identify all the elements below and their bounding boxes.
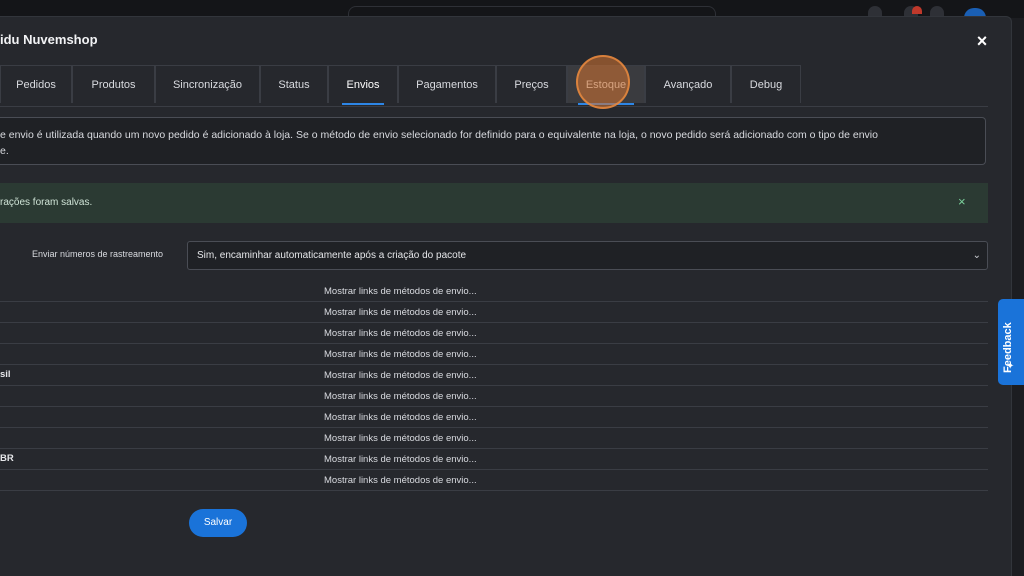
- row-label: BR: [0, 453, 14, 464]
- save-button[interactable]: Salvar: [189, 509, 247, 537]
- info-line-1: e envio é utilizada quando um novo pedid…: [0, 129, 878, 141]
- show-links-link[interactable]: Mostrar links de métodos de envio...: [324, 475, 477, 486]
- feedback-label: Feedback: [1002, 322, 1014, 373]
- list-item: Mostrar links de métodos de envio...: [0, 470, 988, 491]
- show-links-link[interactable]: Mostrar links de métodos de envio...: [324, 349, 477, 360]
- shipping-methods-list: Mostrar links de métodos de envio... Mos…: [0, 281, 988, 491]
- show-links-link[interactable]: Mostrar links de métodos de envio...: [324, 286, 477, 297]
- show-links-link[interactable]: Mostrar links de métodos de envio...: [324, 328, 477, 339]
- tab-estoque[interactable]: Estoque: [567, 65, 645, 105]
- modal-title: idu Nuvemshop: [0, 32, 98, 47]
- list-item: sil Mostrar links de métodos de envio...: [0, 365, 988, 386]
- list-item: BR Mostrar links de métodos de envio...: [0, 449, 988, 470]
- tracking-label: Enviar números de rastreamento: [32, 249, 164, 259]
- info-box: e envio é utilizada quando um novo pedid…: [0, 117, 986, 165]
- list-item: Mostrar links de métodos de envio...: [0, 281, 988, 302]
- tab-envios[interactable]: Envios: [328, 65, 398, 105]
- show-links-link[interactable]: Mostrar links de métodos de envio...: [324, 370, 477, 381]
- tab-status[interactable]: Status: [260, 65, 328, 103]
- tracking-select-value: Sim, encaminhar automaticamente após a c…: [197, 250, 467, 261]
- tab-precos[interactable]: Preços: [496, 65, 567, 103]
- alert-close-icon[interactable]: ×: [958, 194, 966, 209]
- list-item: Mostrar links de métodos de envio...: [0, 386, 988, 407]
- tab-debug[interactable]: Debug: [731, 65, 801, 103]
- notification-badge: [912, 6, 922, 14]
- tab-avancado[interactable]: Avançado: [645, 65, 731, 103]
- show-links-link[interactable]: Mostrar links de métodos de envio...: [324, 307, 477, 318]
- list-item: Mostrar links de métodos de envio...: [0, 407, 988, 428]
- info-line-2: e.: [0, 145, 9, 157]
- list-item: Mostrar links de métodos de envio...: [0, 344, 988, 365]
- success-alert: rações foram salvas. ×: [0, 183, 988, 223]
- row-label: sil: [0, 369, 11, 380]
- show-links-link[interactable]: Mostrar links de métodos de envio...: [324, 391, 477, 402]
- alert-text: rações foram salvas.: [0, 197, 93, 208]
- tracking-select[interactable]: Sim, encaminhar automaticamente após a c…: [187, 241, 988, 270]
- show-links-link[interactable]: Mostrar links de métodos de envio...: [324, 412, 477, 423]
- tab-pagamentos[interactable]: Pagamentos: [398, 65, 496, 103]
- list-item: Mostrar links de métodos de envio...: [0, 323, 988, 344]
- list-item: Mostrar links de métodos de envio...: [0, 302, 988, 323]
- chevron-down-icon: ⌄: [972, 250, 981, 261]
- settings-modal: idu Nuvemshop × Pedidos Produtos Sincron…: [0, 16, 1012, 576]
- tab-produtos[interactable]: Produtos: [72, 65, 155, 103]
- tab-bar: Pedidos Produtos Sincronização Status En…: [0, 65, 988, 107]
- tab-pedidos[interactable]: Pedidos: [0, 65, 72, 103]
- show-links-link[interactable]: Mostrar links de métodos de envio...: [324, 454, 477, 465]
- list-item: Mostrar links de métodos de envio...: [0, 428, 988, 449]
- tab-sincronizacao[interactable]: Sincronização: [155, 65, 260, 103]
- show-links-link[interactable]: Mostrar links de métodos de envio...: [324, 433, 477, 444]
- close-button[interactable]: ×: [970, 29, 994, 53]
- feedback-button[interactable]: ✦ Feedback: [998, 299, 1024, 385]
